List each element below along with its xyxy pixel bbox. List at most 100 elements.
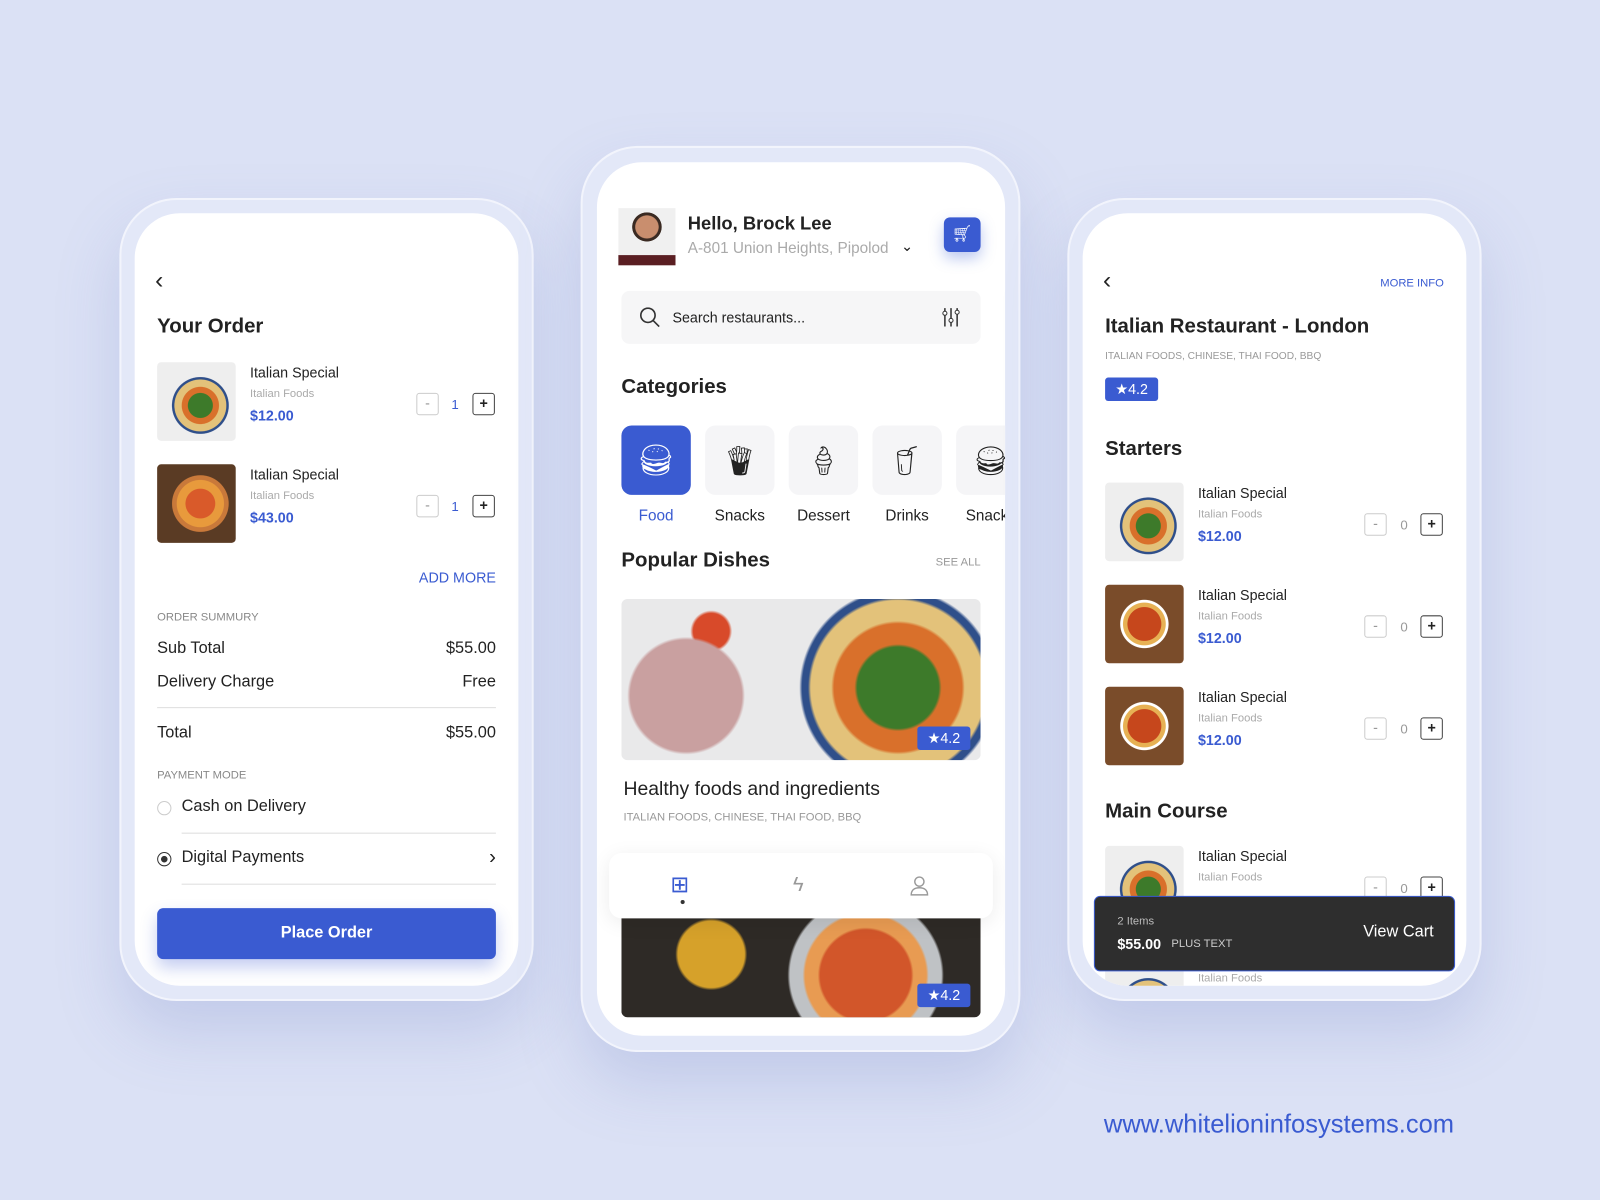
item-name: Italian Special [1197, 688, 1287, 706]
item-category: Italian Foods [1197, 712, 1263, 725]
decrease-button[interactable]: - [416, 392, 439, 416]
divider [181, 883, 496, 885]
quantity: 1 [451, 498, 459, 515]
burger-icon: 🍔︎ [973, 443, 1005, 477]
search-placeholder: Search restaurants... [672, 309, 806, 326]
footer-url[interactable]: www.whitelioninfosystems.com [1104, 1110, 1454, 1140]
item-price: $43.00 [249, 509, 294, 526]
greeting: Hello, Brock Lee [687, 213, 832, 234]
category-food[interactable]: 🍔︎ [621, 425, 691, 495]
item-category: Italian Foods [249, 489, 315, 503]
item-name: Italian Special [1197, 484, 1287, 502]
item-name: Italian Special [1197, 586, 1287, 604]
divider [157, 707, 496, 709]
add-more-link[interactable]: ADD MORE [419, 569, 496, 585]
summary-label: ORDER SUMMURY [157, 611, 259, 624]
rating-badge: ★4.2 [917, 983, 971, 1008]
category-label: Food [638, 507, 674, 525]
rating-badge: ★4.2 [1105, 377, 1159, 402]
address-selector[interactable]: A-801 Union Heights, Pipolod [688, 240, 889, 257]
radio-digital[interactable] [157, 852, 172, 867]
restaurant-tags: ITALIAN FOODS, CHINESE, THAI FOOD, BBQ [1105, 351, 1322, 363]
delivery-label: Delivery Charge [157, 673, 275, 691]
starters-title: Starters [1105, 437, 1183, 461]
dish-image[interactable]: ★4.2 [621, 912, 981, 1018]
back-icon[interactable]: ‹ [1103, 266, 1111, 295]
increase-button[interactable]: + [472, 392, 495, 416]
view-cart-bar[interactable]: 2 Items $55.00 PLUS TEXT View Cart [1093, 895, 1456, 972]
item-image [157, 464, 236, 543]
radio-cash[interactable] [157, 801, 172, 816]
drink-cup-icon: 🥤︎ [888, 444, 926, 477]
home-screen: Hello, Brock Lee A-801 Union Heights, Pi… [596, 162, 1006, 1036]
item-name: Italian Special [249, 466, 339, 483]
total-value: $55.00 [445, 724, 496, 742]
category-dessert[interactable]: 🍦︎ [788, 425, 859, 495]
lightning-icon[interactable]: ϟ [793, 873, 804, 896]
decrease-button[interactable]: - [416, 494, 439, 518]
payment-option-cash[interactable]: Cash on Delivery [182, 798, 306, 816]
item-category: Italian Foods [249, 387, 315, 400]
nav-home-icon[interactable]: ⊞ [670, 871, 689, 898]
category-snacks-2[interactable]: 🍔︎ [956, 425, 1006, 495]
payment-label: PAYMENT MODE [157, 769, 247, 782]
quantity: 1 [451, 396, 459, 413]
item-category: Italian Foods [1197, 508, 1263, 521]
more-info-link[interactable]: MORE INFO [1380, 278, 1444, 290]
item-category: Italian Foods [1197, 610, 1263, 623]
fries-icon: 🍟︎ [721, 444, 758, 477]
cart-plus-text: PLUS TEXT [1171, 937, 1233, 950]
decrease-button[interactable]: - [1364, 717, 1387, 740]
back-icon[interactable]: ‹ [155, 266, 163, 295]
decrease-button[interactable]: - [1364, 513, 1387, 536]
categories-title: Categories [621, 375, 727, 398]
bottom-nav: ⊞ ϟ [609, 853, 993, 919]
search-input[interactable]: Search restaurants... [621, 290, 981, 344]
category-label: Drinks [885, 507, 929, 525]
quantity: 0 [1400, 619, 1408, 635]
payment-option-digital[interactable]: Digital Payments [182, 849, 304, 867]
item-price: $12.00 [1197, 731, 1242, 748]
profile-icon[interactable] [909, 876, 929, 896]
quantity: 0 [1400, 721, 1408, 737]
see-all-link[interactable]: SEE ALL [936, 556, 981, 568]
item-name: Italian Special [249, 364, 339, 381]
cart-icon[interactable]: 🛒︎ [943, 217, 981, 253]
quantity: 0 [1400, 517, 1408, 533]
cart-item-count: 2 Items [1117, 915, 1155, 928]
item-image [1105, 584, 1184, 664]
page-title: Your Order [157, 315, 264, 338]
increase-button[interactable]: + [1420, 615, 1443, 638]
burger-icon: 🍔︎ [636, 443, 676, 478]
total-label: Total [157, 724, 192, 742]
subtotal-value: $55.00 [445, 639, 496, 658]
popular-title: Popular Dishes [621, 548, 771, 572]
item-name: Italian Special [1197, 847, 1287, 865]
decrease-button[interactable]: - [1364, 615, 1387, 638]
category-snacks[interactable]: 🍟︎ [705, 425, 775, 495]
chevron-right-icon[interactable]: › [489, 846, 496, 869]
quantity: 0 [1400, 880, 1408, 896]
search-icon [639, 307, 660, 328]
item-price: $12.00 [1197, 629, 1242, 646]
active-dot [680, 899, 685, 905]
dish-title[interactable]: Healthy foods and ingredients [623, 779, 880, 801]
category-label: Snacks [714, 507, 765, 525]
view-cart-button[interactable]: View Cart [1363, 923, 1433, 941]
chevron-down-icon[interactable]: ⌄ [901, 238, 913, 255]
increase-button[interactable]: + [1420, 717, 1443, 740]
delivery-value: Free [462, 673, 496, 691]
restaurant-screen: ‹ MORE INFO Italian Restaurant - London … [1082, 213, 1467, 986]
place-order-button[interactable]: Place Order [157, 908, 496, 960]
item-image [1105, 686, 1184, 766]
dish-tags: ITALIAN FOODS, CHINESE, THAI FOOD, BBQ [623, 811, 862, 824]
main-course-title: Main Course [1105, 799, 1228, 823]
filter-icon[interactable] [942, 307, 960, 327]
increase-button[interactable]: + [1420, 513, 1443, 536]
increase-button[interactable]: + [472, 494, 495, 518]
category-drinks[interactable]: 🥤︎ [872, 425, 942, 495]
ice-cream-icon: 🍦︎ [805, 444, 842, 477]
category-label: Snacks [965, 507, 1005, 525]
dish-image[interactable]: ★4.2 [621, 598, 981, 761]
avatar[interactable] [618, 208, 676, 266]
